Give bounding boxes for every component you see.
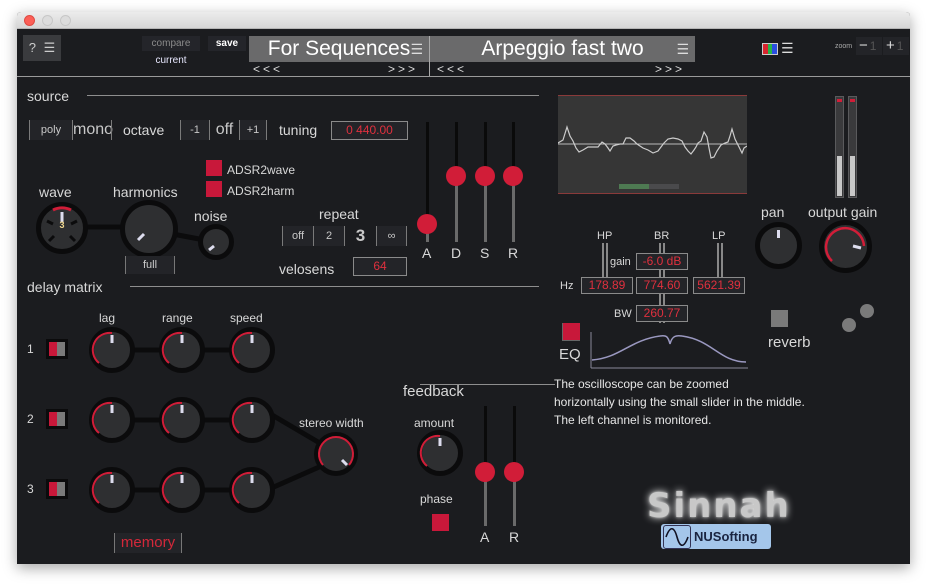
sinnah-logo: Sinnah bbox=[647, 486, 791, 526]
delay-range-knob[interactable] bbox=[159, 327, 205, 373]
phase-label: phase bbox=[420, 492, 453, 506]
envelope-a-track[interactable] bbox=[426, 122, 429, 224]
output-gain-label: output gain bbox=[808, 204, 878, 220]
feedback-r-label: R bbox=[509, 529, 520, 545]
pan-knob[interactable] bbox=[755, 222, 802, 269]
velosens-label: velosens bbox=[279, 261, 335, 277]
feedback-amount-knob[interactable] bbox=[417, 430, 463, 476]
plugin-window: ? ☰ compare save current For Sequences ☰… bbox=[17, 12, 910, 564]
feedback-r-slider-thumb[interactable] bbox=[504, 462, 524, 482]
eq-curve bbox=[590, 332, 748, 369]
delay-speed-knob[interactable] bbox=[229, 397, 275, 443]
oscilloscope-waveform bbox=[557, 125, 748, 159]
envelope-d-label: D bbox=[451, 245, 462, 261]
hp-slider[interactable] bbox=[602, 243, 608, 279]
eq-gain-field[interactable]: -6.0 dB bbox=[636, 253, 688, 270]
wave-value: 3 bbox=[59, 220, 65, 230]
delay-matrix-title: delay matrix bbox=[27, 279, 103, 295]
output-level-meter bbox=[835, 96, 844, 198]
repeat-3-button[interactable]: 3 bbox=[344, 226, 376, 246]
hp-frequency-field[interactable]: 178.89 bbox=[581, 277, 633, 294]
br-label: BR bbox=[654, 230, 670, 242]
info-text: The oscilloscope can be zoomed horizonta… bbox=[554, 375, 805, 429]
delay-lag-knob[interactable] bbox=[89, 467, 135, 513]
delay-row-toggle[interactable] bbox=[46, 339, 68, 359]
delay-range-knob[interactable] bbox=[159, 467, 205, 513]
harmonics-knob[interactable] bbox=[120, 200, 178, 258]
nusofting-logo: NUSofting bbox=[661, 524, 771, 549]
feedback-a-slider-thumb[interactable] bbox=[475, 462, 495, 482]
lp-slider[interactable] bbox=[717, 243, 723, 279]
range-label: range bbox=[162, 311, 193, 325]
info-line: The left channel is monitored. bbox=[554, 413, 712, 427]
stereo-width-knob[interactable] bbox=[314, 432, 358, 476]
delay-row-toggle[interactable] bbox=[46, 409, 68, 429]
reverb-handle-1[interactable] bbox=[860, 304, 874, 318]
oscilloscope bbox=[557, 95, 748, 194]
harmonics-mode-button[interactable]: full bbox=[125, 256, 175, 274]
reverb-handle-2[interactable] bbox=[842, 318, 856, 332]
sine-wave-icon bbox=[663, 524, 691, 549]
speed-label: speed bbox=[230, 311, 263, 325]
phase-toggle[interactable] bbox=[432, 514, 449, 531]
delay-lag-knob[interactable] bbox=[89, 327, 135, 373]
envelope-r-slider-thumb[interactable] bbox=[503, 166, 523, 186]
memory-button[interactable]: memory bbox=[114, 533, 182, 553]
delay-row-toggle[interactable] bbox=[46, 479, 68, 499]
delay-speed-knob[interactable] bbox=[229, 327, 275, 373]
velosens-field[interactable]: 64 bbox=[353, 257, 407, 276]
repeat-off-button[interactable]: off bbox=[282, 226, 313, 246]
eq-label: EQ bbox=[559, 346, 581, 363]
reverb-label: reverb bbox=[768, 334, 811, 351]
br-frequency-field[interactable]: 774.60 bbox=[636, 277, 688, 294]
repeat-selector: off 2 3 ∞ bbox=[282, 226, 407, 246]
gain-label: gain bbox=[610, 256, 631, 268]
delay-speed-knob[interactable] bbox=[229, 467, 275, 513]
delay-row-index: 3 bbox=[27, 482, 34, 496]
feedback-a-label: A bbox=[480, 529, 490, 545]
hp-label: HP bbox=[597, 230, 613, 242]
envelope-r-label: R bbox=[508, 245, 519, 261]
wave-knob[interactable]: 3 bbox=[36, 202, 88, 254]
envelope-s-slider-thumb[interactable] bbox=[475, 166, 495, 186]
envelope-a-label: A bbox=[422, 245, 432, 261]
envelope-d-slider-thumb[interactable] bbox=[446, 166, 466, 186]
delay-lag-knob[interactable] bbox=[89, 397, 135, 443]
repeat-label: repeat bbox=[319, 206, 359, 222]
oscilloscope-zoom-slider-thumb[interactable] bbox=[619, 184, 649, 189]
delay-matrix-divider bbox=[130, 286, 539, 287]
amount-label: amount bbox=[414, 416, 455, 430]
envelope-s-label: S bbox=[480, 245, 490, 261]
lag-label: lag bbox=[99, 311, 116, 325]
info-line: horizontally using the small slider in t… bbox=[554, 395, 805, 409]
company-name: NUSofting bbox=[694, 529, 758, 544]
eq-enable-toggle[interactable] bbox=[562, 323, 580, 341]
noise-knob[interactable] bbox=[198, 224, 234, 260]
output-level-meter bbox=[848, 96, 857, 198]
delay-row-index: 2 bbox=[27, 412, 34, 426]
stereo-width-label: stereo width bbox=[299, 416, 364, 430]
lp-label: LP bbox=[712, 230, 726, 242]
output-gain-knob[interactable] bbox=[819, 220, 872, 273]
repeat-2-button[interactable]: 2 bbox=[313, 226, 344, 246]
oscilloscope-zoom-slider-track[interactable] bbox=[649, 184, 679, 189]
hz-label: Hz bbox=[560, 280, 574, 292]
feedback-title: feedback bbox=[403, 383, 464, 400]
pan-label: pan bbox=[761, 204, 785, 220]
bw-label: BW bbox=[614, 308, 632, 320]
knob-connectors bbox=[77, 224, 337, 493]
delay-range-knob[interactable] bbox=[159, 397, 205, 443]
envelope-a-slider-thumb[interactable] bbox=[417, 214, 437, 234]
bandwidth-field[interactable]: 260.77 bbox=[636, 305, 688, 322]
repeat-infinite-button[interactable]: ∞ bbox=[376, 226, 406, 246]
delay-row-index: 1 bbox=[27, 342, 34, 356]
lp-frequency-field[interactable]: 5621.39 bbox=[693, 277, 745, 294]
reverb-toggle[interactable] bbox=[771, 310, 788, 327]
info-line: The oscilloscope can be zoomed bbox=[554, 377, 729, 391]
